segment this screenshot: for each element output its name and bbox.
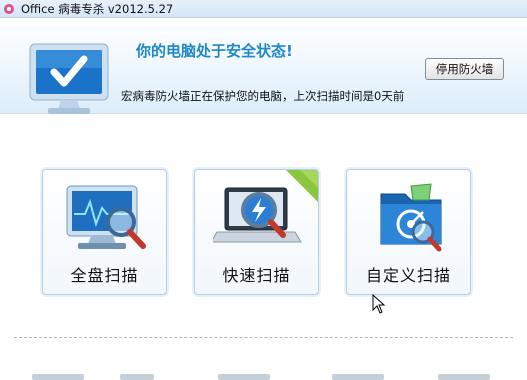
- recommended-badge: [286, 170, 318, 202]
- status-panel: 你的电脑处于安全状态! 宏病毒防火墙正在保护您的电脑，上次扫描时间是0天前 停用…: [0, 18, 527, 114]
- footer-link[interactable]: [32, 374, 84, 380]
- protection-status-text: 宏病毒防火墙正在保护您的电脑，上次扫描时间是0天前: [121, 89, 405, 103]
- title-bar[interactable]: Office 病毒专杀 v2012.5.27: [0, 0, 527, 18]
- quick-scan-button[interactable]: 快速扫描: [194, 169, 319, 295]
- custom-scan-label: 自定义扫描: [365, 266, 451, 285]
- folder-target-magnifier-icon: [380, 183, 442, 252]
- section-divider: [14, 337, 513, 338]
- full-scan-button[interactable]: 全盘扫描: [42, 169, 167, 295]
- monitor-magnifier-icon: [66, 185, 146, 249]
- footer-link[interactable]: [332, 374, 384, 380]
- security-status-title: 你的电脑处于安全状态!: [136, 42, 293, 60]
- custom-scan-button[interactable]: 自定义扫描: [346, 169, 471, 295]
- footer-link[interactable]: [438, 374, 490, 380]
- security-monitor-icon: [29, 43, 109, 114]
- footer-link[interactable]: [120, 374, 154, 380]
- footer-link[interactable]: [218, 374, 270, 380]
- app-icon: [4, 4, 14, 14]
- disable-firewall-button[interactable]: 停用防火墙: [425, 58, 504, 80]
- mouse-cursor-icon: [372, 294, 386, 314]
- quick-scan-label: 快速扫描: [222, 266, 291, 285]
- full-scan-label: 全盘扫描: [70, 266, 139, 285]
- window-title: Office 病毒专杀 v2012.5.27: [21, 2, 174, 16]
